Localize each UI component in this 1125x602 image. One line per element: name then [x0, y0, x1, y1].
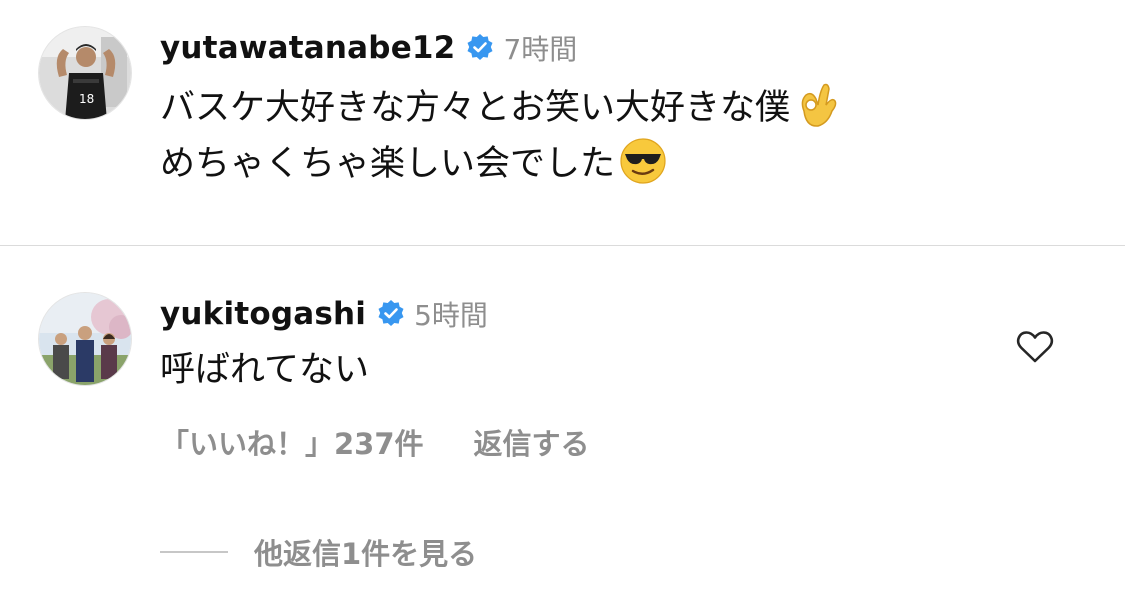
- avatar[interactable]: 18: [38, 26, 132, 120]
- replies-divider-line: [160, 551, 228, 553]
- username[interactable]: yukitogashi: [160, 296, 366, 332]
- reply-button[interactable]: 返信する: [474, 421, 590, 463]
- ok-hand-emoji: [794, 81, 840, 129]
- comment-line: めちゃくちゃ楽しい会でした: [160, 136, 840, 192]
- timestamp: 5時間: [414, 299, 488, 332]
- verified-badge-icon: [376, 299, 406, 329]
- verified-badge-icon: [465, 33, 495, 63]
- comment-line-text: めちゃくちゃ楽しい会でした: [160, 144, 616, 184]
- comment-line-text: 呼ばれてない: [160, 350, 369, 390]
- comment-line-text: バスケ大好きな方々とお笑い大好きな僕: [160, 88, 791, 128]
- comment-body: 呼ばれてない: [160, 342, 369, 398]
- comment-yutawatanabe12: 18 yutawatanabe12 7時間 バスケ大好きな方々とお笑い大好きな僕…: [0, 0, 1125, 245]
- svg-text:18: 18: [79, 92, 94, 106]
- like-heart-icon[interactable]: [1016, 330, 1054, 364]
- comment-actions: 「いいね！」237件 返信する: [160, 420, 590, 464]
- avatar[interactable]: [38, 292, 132, 386]
- comment-header: yutawatanabe12 7時間: [160, 28, 577, 68]
- username[interactable]: yutawatanabe12: [160, 30, 455, 66]
- view-replies-button[interactable]: 他返信1件を見る: [160, 530, 477, 574]
- view-replies-label: 他返信1件を見る: [254, 537, 478, 571]
- sunglasses-face-emoji: [619, 137, 667, 185]
- comment-header: yukitogashi 5時間: [160, 294, 488, 334]
- likes-count[interactable]: 「いいね！」237件: [160, 421, 424, 463]
- comment-line: バスケ大好きな方々とお笑い大好きな僕: [160, 80, 840, 136]
- timestamp: 7時間: [503, 33, 578, 66]
- comment-body: バスケ大好きな方々とお笑い大好きな僕 めちゃくちゃ楽しい会でした: [160, 80, 840, 192]
